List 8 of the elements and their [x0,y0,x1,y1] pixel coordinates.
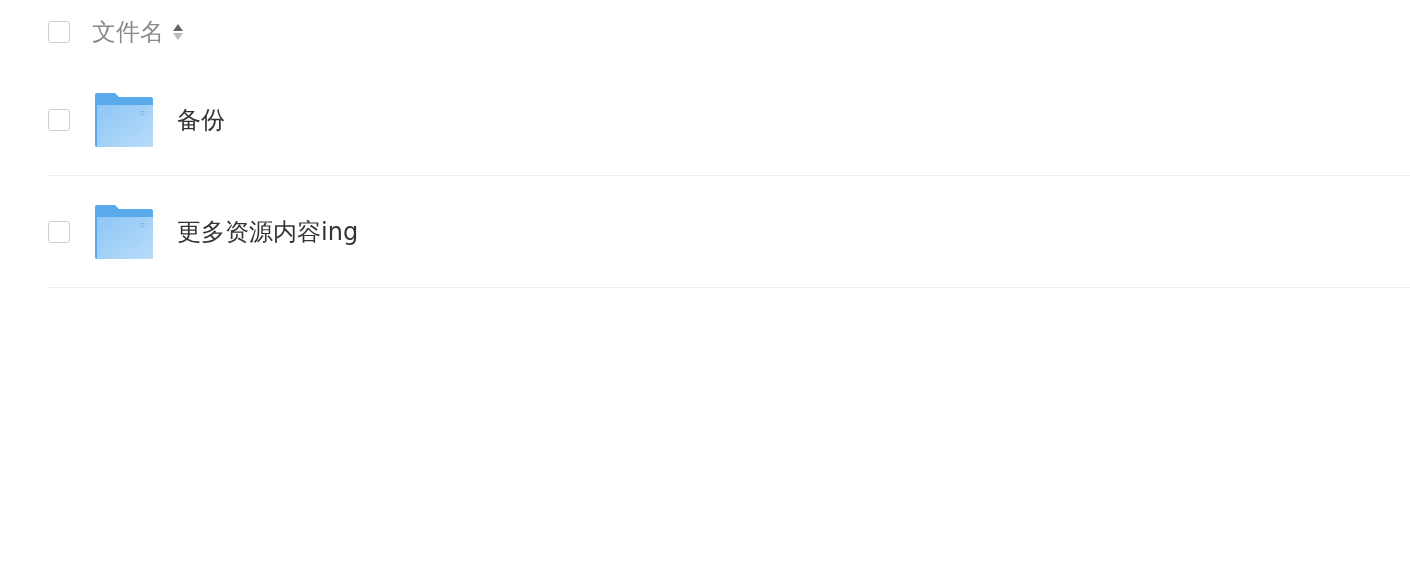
folder-icon [95,204,153,259]
checkbox[interactable] [48,21,70,43]
checkbox[interactable] [48,108,70,131]
folder-icon [95,92,153,147]
checkbox[interactable] [48,220,70,243]
folder-name[interactable]: 更多资源内容ing [177,215,359,248]
sort-icon[interactable] [172,22,184,42]
folder-name[interactable]: 备份 [177,103,225,136]
